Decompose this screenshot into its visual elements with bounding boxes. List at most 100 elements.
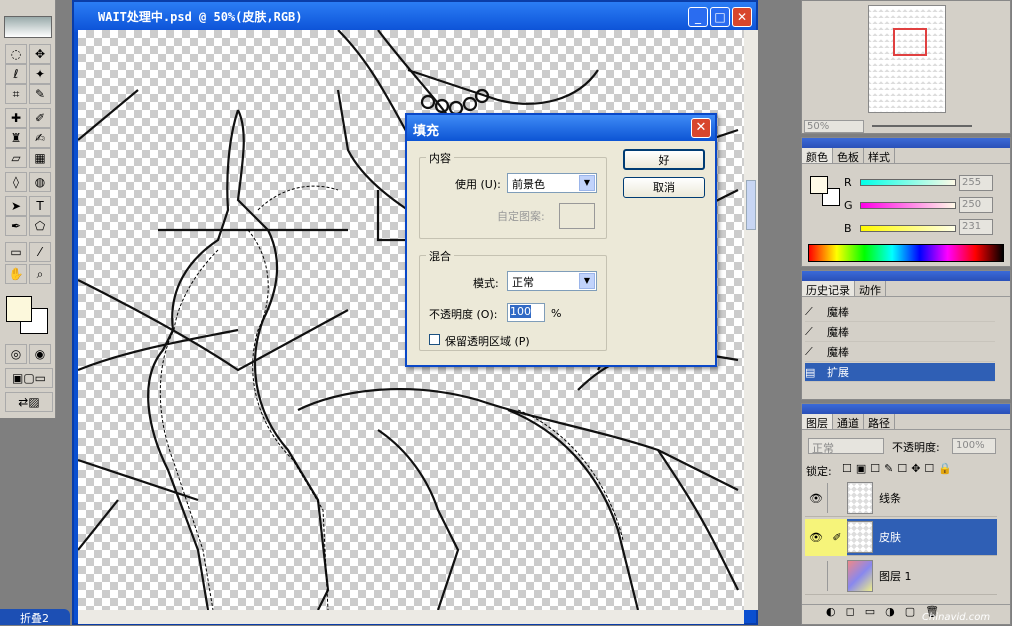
history-item[interactable]: ⟋ 魔棒 [805,323,995,342]
path-selection-tool-icon[interactable]: ➤ [5,196,27,216]
blur-tool-icon[interactable]: ◊ [5,172,27,192]
history-item-label: 魔棒 [827,326,849,339]
color-spectrum-bar[interactable] [808,244,1004,262]
preserve-transparency-label: 保留透明区域 (P) [445,335,530,348]
color-panel-foreground-swatch[interactable] [810,176,828,194]
g-value[interactable]: 250 [959,197,993,213]
move-tool-icon[interactable]: ✥ [29,44,51,64]
screen-mode-icons[interactable]: ▣▢▭ [5,368,53,388]
mode-label: 模式: [473,277,499,290]
navigator-thumbnail[interactable] [868,5,946,113]
eye-icon[interactable]: 👁 [805,518,827,556]
magic-wand-icon: ⟋ [805,305,813,318]
preserve-transparency-checkbox[interactable] [429,334,440,345]
tab-channels[interactable]: 通道 [833,414,864,430]
g-slider[interactable] [860,202,956,209]
magic-wand-tool-icon[interactable]: ✦ [29,64,51,84]
marquee-tool-icon[interactable]: ◌ [5,44,27,64]
tab-actions[interactable]: 动作 [855,281,886,297]
history-panel: 历史记录 动作 ⟋ 魔棒 ⟋ 魔棒 ⟋ 魔棒 ▤ 扩展 [801,270,1011,400]
lasso-tool-icon[interactable]: ℓ [5,64,27,84]
navigator-panel: 50% [801,0,1011,134]
document-icon: ▤ [805,365,816,379]
tab-swatches[interactable]: 色板 [833,148,864,164]
history-item-selected[interactable]: ▤ 扩展 [805,363,995,382]
hidden-eye-slot[interactable] [805,561,827,591]
link-slot[interactable] [827,483,847,513]
tab-layers[interactable]: 图层 [802,414,833,430]
maximize-button[interactable]: □ [710,7,730,27]
b-slider[interactable] [860,225,956,232]
foreground-color-swatch[interactable] [6,296,32,322]
vertical-scroll-thumb[interactable] [746,180,756,230]
history-item[interactable]: ⟋ 魔棒 [805,343,995,362]
layer-name: 图层 1 [879,570,912,583]
color-panel-titlebar [802,138,1010,148]
history-brush-tool-icon[interactable]: ✍ [29,128,51,148]
standard-mode-icon[interactable]: ◎ [5,344,27,364]
type-tool-icon[interactable]: T [29,196,51,216]
blend-mode-select[interactable]: 正常 [808,438,884,455]
color-panel: 颜色 色板 样式 R G B 255 250 231 [801,137,1011,267]
clone-stamp-tool-icon[interactable]: ♜ [5,128,27,148]
fill-dialog: 填充 ✕ 内容 使用 (U): 前景色 ▼ 自定图案: 混合 模式: 正常 ▼ … [405,113,717,367]
history-item-label: 魔棒 [827,346,849,359]
eyedropper-tool-icon[interactable]: ⁄ [29,242,51,262]
history-panel-titlebar [802,271,1010,281]
cancel-button[interactable]: 取消 [623,177,705,198]
close-button[interactable]: ✕ [732,7,752,27]
layer-row[interactable]: 👁 线条 [805,480,997,517]
opacity-unit: % [551,307,562,320]
taskbar-button[interactable]: 折叠2 [0,609,70,625]
layers-panel: 图层 通道 路径 正常 不透明度: 100% 锁定: ☐▣☐✎☐✥☐🔒 👁 线条… [801,403,1011,625]
shape-tool-icon[interactable]: ⬠ [29,216,51,236]
tab-paths[interactable]: 路径 [864,414,895,430]
ok-button[interactable]: 好 [623,149,705,170]
use-select[interactable]: 前景色 ▼ [507,173,597,193]
eraser-tool-icon[interactable]: ▱ [5,148,27,168]
slice-tool-icon[interactable]: ✎ [29,84,51,104]
use-label: 使用 (U): [455,178,501,191]
vertical-scrollbar[interactable] [744,30,758,610]
zoom-tool-icon[interactable]: ⌕ [29,264,51,284]
navigator-zoom-slider[interactable] [872,125,972,127]
use-select-value: 前景色 [512,178,545,191]
brush-tool-icon[interactable]: ✐ [29,108,51,128]
horizontal-scrollbar[interactable] [78,610,744,624]
gradient-tool-icon[interactable]: ▦ [29,148,51,168]
tab-history[interactable]: 历史记录 [802,281,855,297]
dodge-tool-icon[interactable]: ◍ [29,172,51,192]
document-title: WAIT处理中.psd @ 50%(皮肤,RGB) [74,2,756,32]
navigator-zoom-field[interactable]: 50% [804,120,864,133]
healing-brush-tool-icon[interactable]: ✚ [5,108,27,128]
layer-row[interactable]: 图层 1 [805,558,997,595]
jump-to-imageready-icon[interactable]: ⇄▨ [5,392,53,412]
r-slider[interactable] [860,179,956,186]
b-value[interactable]: 231 [959,219,993,235]
crop-tool-icon[interactable]: ⌗ [5,84,27,104]
layers-panel-titlebar [802,404,1010,414]
r-value[interactable]: 255 [959,175,993,191]
tab-styles[interactable]: 样式 [864,148,895,164]
tab-color[interactable]: 颜色 [802,148,833,164]
opacity-input[interactable]: 100 [507,303,545,322]
pen-tool-icon[interactable]: ✒ [5,216,27,236]
color-panel-tabs: 颜色 色板 样式 [802,148,1010,164]
layers-opacity-field[interactable]: 100% [952,438,996,454]
navigator-view-box[interactable] [893,28,927,56]
history-item[interactable]: ⟋ 魔棒 [805,303,995,322]
quick-mask-mode-icon[interactable]: ◉ [29,344,51,364]
layers-panel-tabs: 图层 通道 路径 [802,414,1010,430]
notes-tool-icon[interactable]: ▭ [5,242,27,262]
mode-select[interactable]: 正常 ▼ [507,271,597,291]
eye-icon[interactable]: 👁 [805,492,827,505]
minimize-button[interactable]: _ [688,7,708,27]
dialog-close-button[interactable]: ✕ [691,118,711,138]
layer-row-selected[interactable]: 👁 ✐ 皮肤 [805,518,997,556]
hand-tool-icon[interactable]: ✋ [5,264,27,284]
layer-thumbnail [847,560,873,592]
lock-options-icons[interactable]: ☐▣☐✎☐✥☐🔒 [842,462,956,475]
layer-thumbnail [847,521,873,553]
link-slot[interactable] [827,561,847,591]
lock-label: 锁定: [806,465,832,478]
